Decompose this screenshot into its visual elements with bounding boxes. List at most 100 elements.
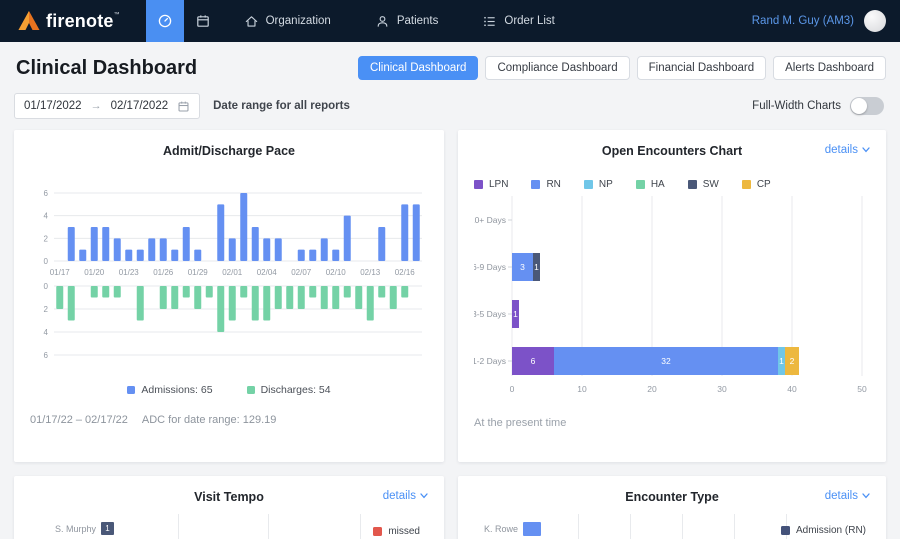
details-label: details xyxy=(824,490,858,502)
svg-text:02/04: 02/04 xyxy=(257,268,278,277)
legend-swatch xyxy=(531,180,541,189)
chart-row: K. Rowe xyxy=(484,522,542,536)
legend-label: Admission (RN) xyxy=(795,525,866,536)
legend-swatch xyxy=(246,386,255,394)
svg-text:10+ Days: 10+ Days xyxy=(474,215,506,225)
svg-text:20: 20 xyxy=(647,384,657,394)
row-label: K. Rowe xyxy=(484,524,519,534)
legend-swatch xyxy=(687,180,697,189)
legend-label: CP xyxy=(756,179,771,190)
svg-text:32: 32 xyxy=(661,356,671,366)
legend-label: Discharges: 54 xyxy=(260,384,331,396)
encounter-type-card: details Encounter Type K. Rowe Admission… xyxy=(458,476,886,539)
arrow-right-icon: → xyxy=(90,100,102,112)
details-link[interactable]: details xyxy=(825,144,870,156)
brand[interactable]: firenote ™ xyxy=(0,10,146,32)
gridline xyxy=(360,514,361,539)
legend-swatch xyxy=(583,180,593,189)
svg-text:02/13: 02/13 xyxy=(360,268,381,277)
date-start[interactable]: 01/17/2022 xyxy=(24,100,82,112)
dashboard-gauge-icon xyxy=(158,14,171,28)
footer-adc: ADC for date range: 129.19 xyxy=(141,414,277,426)
admit-discharge-pace-chart: 0 0 2 2 4 4 6 6 01/17 01/20 01/23 01/26 01/29 02/01 02… xyxy=(30,178,428,371)
legend-item-rn: RN xyxy=(531,179,561,190)
svg-text:1-2 Days: 1-2 Days xyxy=(474,356,506,366)
svg-text:0: 0 xyxy=(44,282,49,291)
svg-text:3-5 Days: 3-5 Days xyxy=(474,309,506,319)
nav-item-organization[interactable]: Organization xyxy=(222,0,353,42)
legend-label: HA xyxy=(650,179,665,190)
calendar-icon xyxy=(196,15,209,27)
home-icon xyxy=(245,15,257,27)
legend-swatch xyxy=(635,180,645,189)
tab-clinical-dashboard[interactable]: Clinical Dashboard xyxy=(357,56,479,80)
svg-text:02/10: 02/10 xyxy=(326,268,347,277)
legend-swatch xyxy=(127,386,136,394)
top-nav: firenote ™ Organization Patients Order L… xyxy=(0,0,900,42)
details-label: details xyxy=(382,490,416,502)
nav-item-order-list[interactable]: Order List xyxy=(460,0,577,42)
row-badge: 1 xyxy=(101,522,115,535)
chart-title: Admit/Discharge Pace xyxy=(163,144,295,158)
person-icon xyxy=(377,15,388,27)
svg-text:2: 2 xyxy=(44,234,49,243)
admit-discharge-legend: Admissions: 65 Discharges: 54 xyxy=(14,384,444,396)
full-width-charts-label: Full-Width Charts xyxy=(752,100,841,112)
row-bar xyxy=(523,522,542,536)
list-icon xyxy=(484,16,496,26)
nav-item-dashboard[interactable] xyxy=(145,0,184,42)
legend-swatch xyxy=(780,526,790,535)
gridline xyxy=(268,514,269,539)
legend-item-admission-rn: Admission (RN) xyxy=(780,525,866,536)
svg-text:40: 40 xyxy=(787,384,797,394)
legend-item-np: NP xyxy=(583,179,613,190)
open-encounters-chart: 0102030405010+ Days6-9 Days313-5 Days11-… xyxy=(470,196,870,411)
legend-item: Admissions: 65 xyxy=(127,384,213,396)
svg-text:10: 10 xyxy=(577,384,587,394)
svg-text:2: 2 xyxy=(790,356,795,366)
user-menu[interactable]: Rand M. Guy (AM3) xyxy=(752,15,854,27)
legend-item: Discharges: 54 xyxy=(246,384,331,396)
legend-item-cp: CP xyxy=(741,179,771,190)
svg-text:01/20: 01/20 xyxy=(84,268,105,277)
nav-item-patients[interactable]: Patients xyxy=(353,0,461,42)
tab-financial-dashboard[interactable]: Financial Dashboard xyxy=(636,56,767,80)
date-range-caption: Date range for all reports xyxy=(213,100,350,112)
brand-name: firenote xyxy=(46,11,114,31)
gridline xyxy=(734,514,735,539)
details-link[interactable]: details xyxy=(383,490,428,502)
details-link[interactable]: details xyxy=(825,490,870,502)
visit-tempo-chart: S. Murphy 1 missed xyxy=(14,514,444,539)
open-encounters-card: details Open Encounters Chart LPN RN NP HA S… xyxy=(458,130,886,462)
date-end[interactable]: 02/17/2022 xyxy=(111,100,169,112)
legend-label: Admissions: 65 xyxy=(141,384,213,396)
svg-text:01/29: 01/29 xyxy=(188,268,209,277)
svg-text:02/16: 02/16 xyxy=(395,268,416,277)
tab-alerts-dashboard[interactable]: Alerts Dashboard xyxy=(773,56,886,80)
svg-text:4: 4 xyxy=(44,328,49,337)
date-range-input[interactable]: 01/17/2022 → 02/17/2022 xyxy=(14,93,201,119)
svg-text:02/01: 02/01 xyxy=(222,268,243,277)
visit-tempo-card: details Visit Tempo S. Murphy 1 missed xyxy=(14,476,444,539)
legend-swatch xyxy=(373,527,383,536)
encounter-type-chart: K. Rowe Admission (RN) xyxy=(458,514,886,539)
svg-text:6: 6 xyxy=(44,351,49,360)
avatar[interactable] xyxy=(864,10,886,32)
footer-date-range: 01/17/22 – 02/17/22 xyxy=(30,414,128,426)
svg-text:01/17: 01/17 xyxy=(50,268,71,277)
svg-text:1: 1 xyxy=(779,356,784,366)
svg-text:50: 50 xyxy=(857,384,867,394)
full-width-charts-toggle[interactable] xyxy=(850,97,884,115)
svg-text:4: 4 xyxy=(44,212,49,221)
tab-compliance-dashboard[interactable]: Compliance Dashboard xyxy=(485,56,630,80)
svg-text:1: 1 xyxy=(513,309,518,319)
chevron-down-icon xyxy=(862,493,870,499)
legend-swatch xyxy=(474,180,483,189)
svg-text:6: 6 xyxy=(531,356,536,366)
open-encounters-legend: LPN RN NP HA SW CP xyxy=(474,179,886,190)
legend-label: SW xyxy=(702,179,719,190)
nav-item-calendar[interactable] xyxy=(184,0,222,42)
chart-row: S. Murphy 1 xyxy=(55,522,115,535)
legend-label: missed xyxy=(388,526,420,537)
svg-text:6: 6 xyxy=(44,189,49,198)
